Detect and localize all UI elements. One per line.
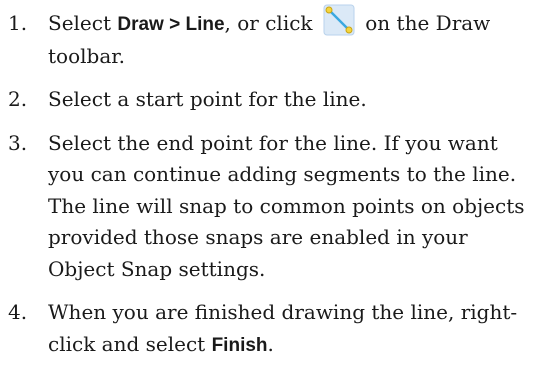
draw-line-tool-icon: [323, 4, 355, 36]
step-text: When you are finished drawing the line, …: [48, 300, 518, 356]
step-text: .: [267, 331, 274, 356]
step-4: 4. When you are finished drawing the lin…: [0, 297, 545, 361]
step-text: , or click: [224, 11, 319, 35]
step-number: 3.: [8, 130, 28, 155]
step-3: 3. Select the end point for the line. If…: [0, 128, 545, 286]
finish-command-label: Finish: [211, 334, 268, 356]
step-number: 1.: [8, 11, 28, 35]
step-text: Select the end point for the line. If yo…: [48, 130, 525, 281]
step-2: 2. Select a start point for the line.: [0, 84, 545, 116]
step-text: Select a start point for the line.: [48, 87, 367, 111]
step-text: Select: [48, 11, 118, 35]
instruction-list: 1. Select Draw > Line, or click on the D…: [0, 4, 545, 373]
step-1: 1. Select Draw > Line, or click on the D…: [0, 4, 545, 72]
step-number: 4.: [8, 300, 28, 324]
step-number: 2.: [8, 87, 28, 111]
menu-path-label: Draw > Line: [117, 14, 225, 35]
